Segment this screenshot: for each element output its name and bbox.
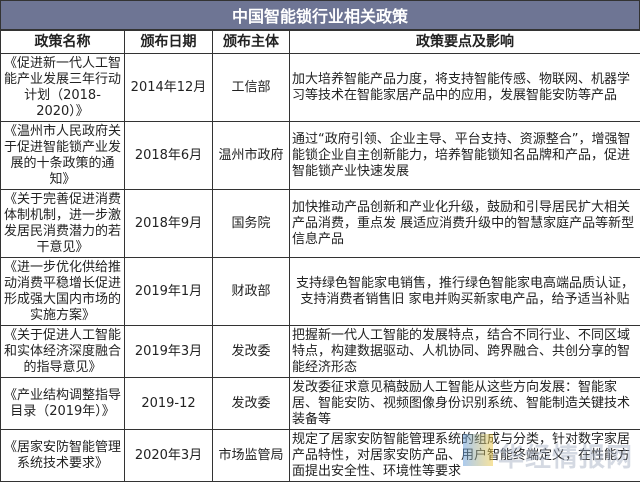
table-title: 中国智能锁行业相关政策 <box>0 0 640 30</box>
policy-issuer: 发改委 <box>212 377 290 430</box>
policy-name: 《进一步优化供给推动消费平稳增长促进形成强大国内市场的实施方案》 <box>0 257 125 326</box>
policy-name: 《关于促进人工智能和实体经济深度融合的指导意见》 <box>0 325 125 378</box>
policy-date: 2019年3月 <box>124 325 213 378</box>
policy-impact: 加大培养智能产品力度，将支持智能传感、物联网、机器学习等技术在智能家居产品中的应… <box>289 53 640 122</box>
policy-impact: 通过“政府引领、企业主导、平台支持、资源整合”，增强智能锁企业自主创新能力，培养… <box>289 121 640 190</box>
header-issuer: 颁布主体 <box>212 30 290 54</box>
policy-impact: 支持绿色智能家电销售，推行绿色智能家电高端品质认证，支持消费者销售旧 家电并购买… <box>289 257 640 326</box>
policy-issuer: 温州市政府 <box>212 121 290 190</box>
table-row: 《居家安防智能管理系统技术要求》 2020年3月 市场监管局 规定了居家安防智能… <box>0 429 640 482</box>
policy-impact: 规定了居家安防智能管理系统的组成与分类，针对数字家居产品特性，对居家安防产品、用… <box>289 429 640 482</box>
policy-impact: 发改委征求意见稿鼓励人工智能从这些方向发展：智能家居、智能安防、视频图像身份识别… <box>289 377 640 430</box>
policy-issuer: 工信部 <box>212 53 290 122</box>
table-row: 《促进新一代人工智能产业发展三年行动计划（2018-2020）》 2014年12… <box>0 53 640 122</box>
policy-name: 《产业结构调整指导目录（2019年）》 <box>0 377 125 430</box>
policy-date: 2014年12月 <box>124 53 213 122</box>
table-row: 《关于完善促进消费体制机制，进一步激发居民消费潜力的若干意见》 2018年9月 … <box>0 189 640 258</box>
policy-date: 2018年9月 <box>124 189 213 258</box>
policy-issuer: 国务院 <box>212 189 290 258</box>
policy-name: 《温州市人民政府关于促进智能锁产业发展的十条政策的通知》 <box>0 121 125 190</box>
header-date: 颁布日期 <box>124 30 213 54</box>
policy-date: 2020年3月 <box>124 429 213 482</box>
table-row: 《温州市人民政府关于促进智能锁产业发展的十条政策的通知》 2018年6月 温州市… <box>0 121 640 190</box>
policy-date: 2018年6月 <box>124 121 213 190</box>
policy-impact: 把握新一代人工智能的发展特点，结合不同行业、不同区域特点，构建数据驱动、人机协同… <box>289 325 640 378</box>
policy-name: 《关于完善促进消费体制机制，进一步激发居民消费潜力的若干意见》 <box>0 189 125 258</box>
policy-name: 《居家安防智能管理系统技术要求》 <box>0 429 125 482</box>
table-row: 《产业结构调整指导目录（2019年）》 2019-12 发改委 发改委征求意见稿… <box>0 377 640 430</box>
policy-date: 2019-12 <box>124 377 213 430</box>
header-policy-name: 政策名称 <box>0 30 125 54</box>
policy-issuer: 市场监管局 <box>212 429 290 482</box>
policy-issuer: 发改委 <box>212 325 290 378</box>
policy-name: 《促进新一代人工智能产业发展三年行动计划（2018-2020）》 <box>0 53 125 122</box>
policy-date: 2019年1月 <box>124 257 213 326</box>
policy-issuer: 财政部 <box>212 257 290 326</box>
header-row: 政策名称 颁布日期 颁布主体 政策要点及影响 <box>0 30 640 54</box>
policy-impact: 加快推动产品创新和产业化升级，鼓励和引导居民扩大相关产品消费，重点发 展适应消费… <box>289 189 640 258</box>
table-row: 《进一步优化供给推动消费平稳增长促进形成强大国内市场的实施方案》 2019年1月… <box>0 257 640 326</box>
header-impact: 政策要点及影响 <box>289 30 640 54</box>
table-row: 《关于促进人工智能和实体经济深度融合的指导意见》 2019年3月 发改委 把握新… <box>0 325 640 378</box>
policy-table: 政策名称 颁布日期 颁布主体 政策要点及影响 《促进新一代人工智能产业发展三年行… <box>0 30 640 482</box>
